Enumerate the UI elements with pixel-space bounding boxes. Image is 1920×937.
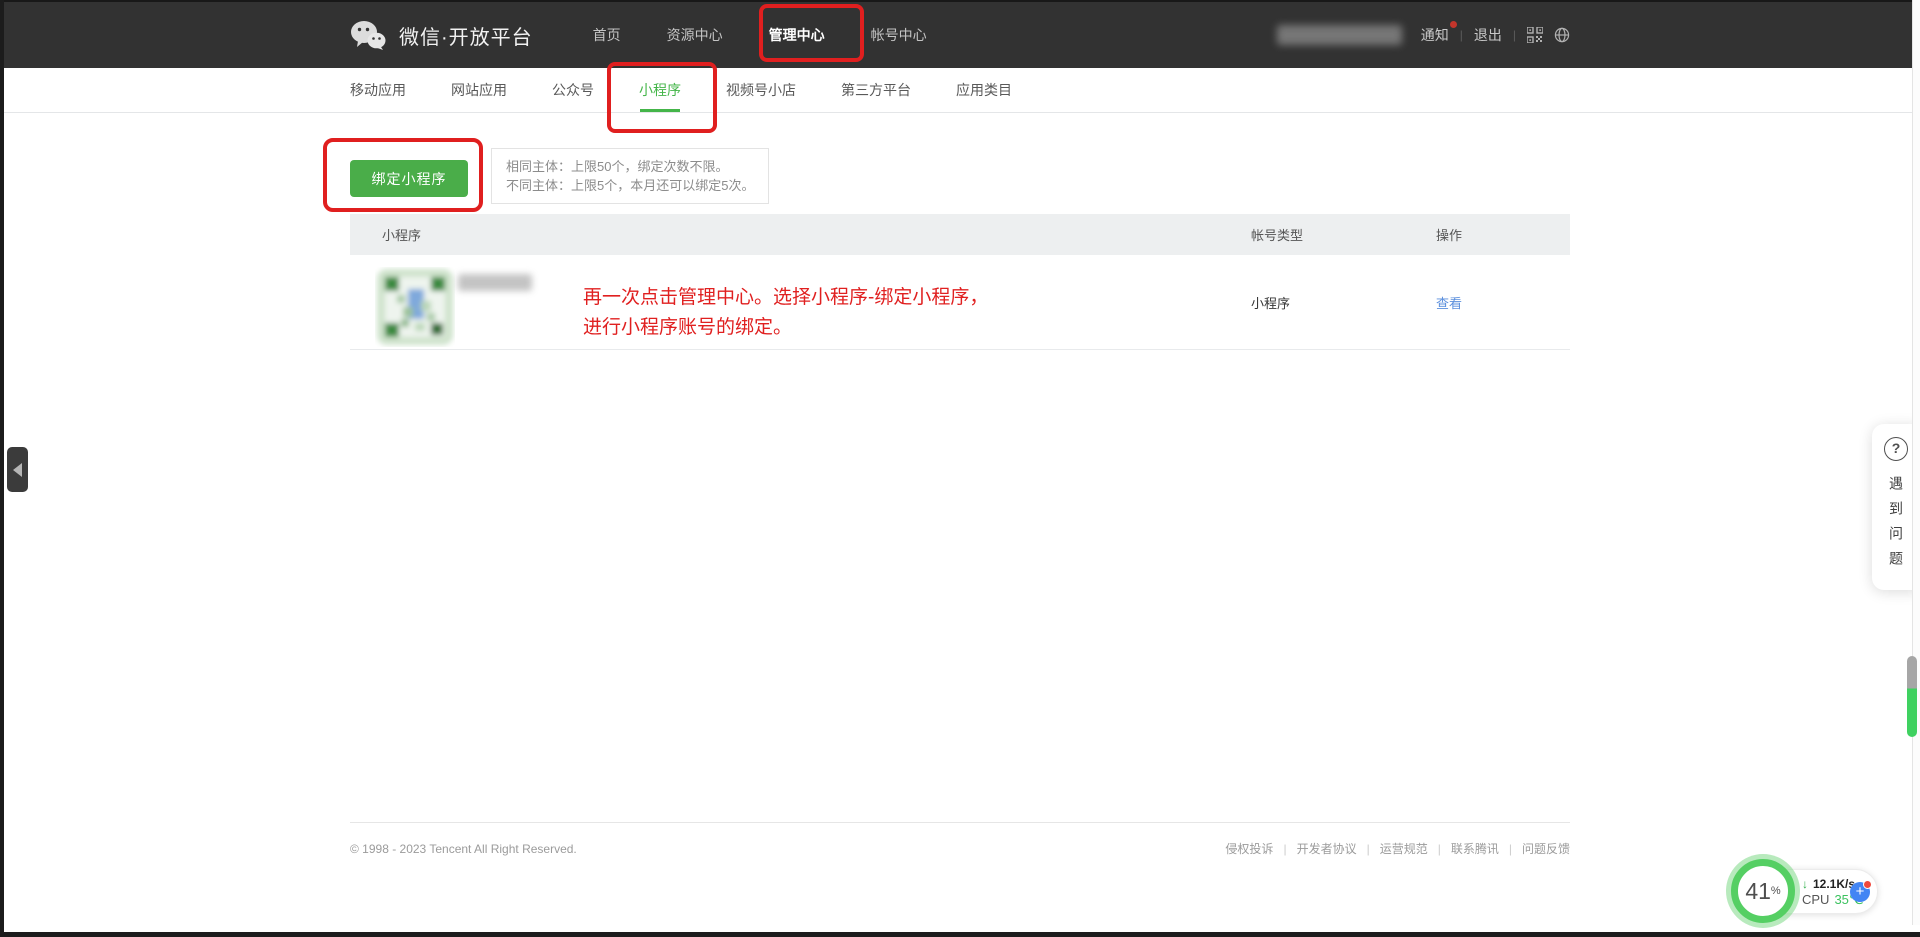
footer-link-operation-rules[interactable]: 运营规范	[1380, 840, 1428, 857]
system-monitor-widget[interactable]: ↓ 12.1K/s CPU 35℃ + 41 %	[1731, 859, 1893, 923]
memory-percent-unit: %	[1771, 885, 1781, 897]
annotation-line-1: 再一次点击管理中心。选择小程序-绑定小程序，	[583, 283, 988, 313]
nav-item-manage-center[interactable]: 管理中心	[769, 25, 825, 45]
miniprogram-name-redacted	[458, 274, 532, 291]
primary-nav: 首页 资源中心 管理中心 帐号中心	[593, 25, 927, 45]
annotation-line-2: 进行小程序账号的绑定。	[583, 313, 988, 343]
col-header-account-type: 帐号类型	[1247, 225, 1432, 244]
logout-link[interactable]: 退出	[1474, 25, 1502, 45]
monitor-notification-dot	[1863, 880, 1872, 889]
separator: |	[1438, 842, 1441, 856]
bind-miniprogram-button[interactable]: 绑定小程序	[350, 160, 468, 197]
notifications-link[interactable]: 通知	[1421, 25, 1449, 45]
tab-website-app[interactable]: 网站应用	[451, 68, 507, 112]
nav-item-resource-center[interactable]: 资源中心	[667, 25, 723, 45]
bind-quota-tips: 相同主体：上限50个，绑定次数不限。 不同主体：上限5个，本月还可以绑定5次。	[491, 148, 769, 204]
scrollbar-thumb[interactable]	[1907, 656, 1917, 737]
tab-channels-shop[interactable]: 视频号小店	[726, 68, 796, 112]
footer-links: 侵权投诉 | 开发者协议 | 运营规范 | 联系腾讯 | 问题反馈	[1225, 840, 1570, 857]
monitor-plus-button[interactable]: +	[1850, 882, 1870, 902]
top-navbar: 微信·开放平台 首页 资源中心 管理中心 帐号中心 通知 | 退出 |	[0, 0, 1920, 68]
network-speed-value: 12.1K/s	[1813, 877, 1855, 891]
tab-third-party-platform[interactable]: 第三方平台	[841, 68, 911, 112]
tab-mini-program[interactable]: 小程序	[639, 68, 681, 112]
tab-mobile-app[interactable]: 移动应用	[350, 68, 406, 112]
question-mark-icon: ?	[1884, 437, 1908, 461]
page-footer: © 1998 - 2023 Tencent All Right Reserved…	[350, 822, 1570, 857]
qr-code-icon[interactable]	[1527, 27, 1543, 43]
footer-link-developer-agreement[interactable]: 开发者协议	[1297, 840, 1357, 857]
brand-link[interactable]: 微信·开放平台	[350, 20, 533, 50]
collapse-arrow-icon	[13, 463, 22, 477]
tab-app-category[interactable]: 应用类目	[956, 68, 1012, 112]
separator: |	[1513, 28, 1516, 42]
tab-mini-program-label: 小程序	[639, 80, 681, 100]
username-redacted	[1277, 25, 1402, 45]
download-arrow-icon: ↓	[1802, 877, 1808, 891]
separator: |	[1283, 842, 1286, 856]
separator: |	[1460, 28, 1463, 42]
footer-link-contact-tencent[interactable]: 联系腾讯	[1451, 840, 1499, 857]
memory-percent-value: 41	[1745, 878, 1771, 905]
view-link[interactable]: 查看	[1436, 293, 1462, 312]
memory-percent-ring: 41 %	[1731, 859, 1795, 923]
help-panel-label: 遇到问题	[1886, 470, 1906, 582]
mini-program-qr-icon	[375, 267, 455, 347]
separator: |	[1367, 842, 1370, 856]
cpu-label: CPU	[1802, 893, 1829, 907]
table-header-row: 小程序 帐号类型 操作	[350, 214, 1570, 255]
tip-line-same-subject: 相同主体：上限50个，绑定次数不限。	[506, 157, 754, 176]
globe-language-icon[interactable]	[1554, 27, 1570, 43]
sidebar-collapse-button[interactable]	[7, 447, 28, 492]
brand-title: 微信·开放平台	[399, 21, 533, 50]
secondary-tabbar: 移动应用 网站应用 公众号 小程序 视频号小店 第三方平台 应用类目	[0, 68, 1920, 113]
col-header-miniprogram: 小程序	[350, 225, 1247, 244]
account-type-value: 小程序	[1247, 255, 1432, 349]
notification-dot	[1450, 21, 1457, 28]
tab-official-account[interactable]: 公众号	[552, 68, 594, 112]
nav-item-account-center[interactable]: 帐号中心	[871, 25, 927, 45]
footer-link-feedback[interactable]: 问题反馈	[1522, 840, 1570, 857]
tutorial-annotation: 再一次点击管理中心。选择小程序-绑定小程序， 进行小程序账号的绑定。	[583, 283, 988, 343]
notifications-label: 通知	[1421, 27, 1449, 43]
navbar-user-area: 通知 | 退出 |	[1277, 25, 1570, 45]
tip-line-different-subject: 不同主体：上限5个，本月还可以绑定5次。	[506, 176, 754, 195]
col-header-action: 操作	[1432, 225, 1570, 244]
miniprogram-table: 小程序 帐号类型 操作	[350, 214, 1570, 350]
footer-link-infringement[interactable]: 侵权投诉	[1225, 840, 1273, 857]
active-tab-underline	[640, 109, 680, 112]
main-content: 绑定小程序 相同主体：上限50个，绑定次数不限。 不同主体：上限5个，本月还可以…	[350, 148, 1570, 857]
wechat-logo-icon	[350, 20, 386, 50]
table-row: 再一次点击管理中心。选择小程序-绑定小程序， 进行小程序账号的绑定。 小程序 查…	[350, 255, 1570, 350]
scrollbar-track[interactable]	[1912, 0, 1920, 925]
copyright-text: © 1998 - 2023 Tencent All Right Reserved…	[350, 842, 577, 856]
nav-item-home[interactable]: 首页	[593, 25, 621, 45]
window-frame-bottom	[0, 932, 1920, 937]
window-frame-left	[0, 0, 4, 937]
separator: |	[1509, 842, 1512, 856]
